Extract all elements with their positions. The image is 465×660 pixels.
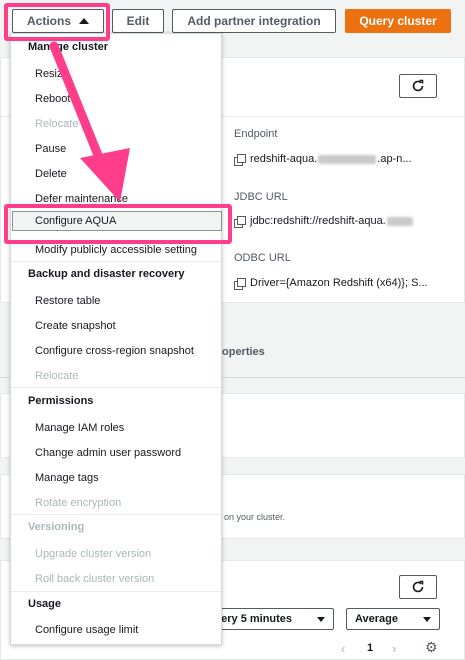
copy-icon[interactable] (234, 154, 246, 166)
menu-item-relocate-backup: Relocate (35, 370, 79, 382)
menu-item-restore-table[interactable]: Restore table (35, 295, 100, 307)
menu-group-permissions: Permissions (28, 395, 94, 407)
edit-button[interactable]: Edit (112, 9, 164, 33)
query-cluster-button[interactable]: Query cluster (345, 9, 451, 33)
odbc-url-text: Driver={Amazon Redshift (x64)}; S... (250, 277, 428, 289)
menu-item-upgrade-cluster-version: Upgrade cluster version (35, 548, 152, 560)
refresh-icon (412, 79, 424, 92)
monitoring-refresh-button[interactable] (399, 575, 437, 599)
menu-item-pause[interactable]: Pause (35, 143, 66, 155)
menu-group-manage-cluster: Manage cluster (28, 41, 109, 53)
menu-divider (11, 514, 221, 515)
statistic-select[interactable]: Average (346, 608, 440, 630)
menu-item-manage-tags[interactable]: Manage tags (35, 472, 99, 484)
cluster-info-text: on your cluster. (224, 512, 286, 522)
annotation-box-configure-aqua (4, 204, 232, 244)
pagination-page-number[interactable]: 1 (367, 642, 373, 654)
menu-item-manage-iam-roles[interactable]: Manage IAM roles (35, 422, 124, 434)
redacted-text (386, 216, 413, 226)
menu-divider (11, 387, 221, 388)
menu-item-delete[interactable]: Delete (35, 168, 67, 180)
interval-label: very 5 minutes (215, 613, 293, 625)
copy-icon[interactable] (234, 278, 246, 290)
caret-down-icon (317, 616, 325, 622)
menu-divider (11, 591, 221, 592)
add-partner-integration-button[interactable]: Add partner integration (172, 9, 336, 33)
odbc-url-label: ODBC URL (234, 252, 291, 264)
pagination-prev-icon[interactable]: ‹ (341, 641, 345, 656)
menu-item-change-admin-password[interactable]: Change admin user password (35, 447, 181, 459)
endpoint-suffix: .ap-n... (377, 153, 412, 165)
menu-group-usage: Usage (28, 598, 62, 610)
jdbc-url-text: jdbc:redshift://redshift-aqua. (250, 215, 386, 227)
menu-item-modify-public-access[interactable]: Modify publicly accessible setting (35, 244, 197, 256)
statistic-label: Average (355, 613, 399, 625)
jdbc-url-label: JDBC URL (234, 191, 288, 203)
odbc-url-value: Driver={Amazon Redshift (x64)}; S... (234, 277, 428, 290)
redacted-text (318, 154, 377, 164)
refresh-icon (412, 580, 424, 593)
menu-item-relocate: Relocate (35, 118, 79, 130)
pagination-next-icon[interactable]: › (392, 641, 396, 656)
annotation-box-actions (4, 3, 110, 41)
menu-divider (11, 261, 221, 262)
menu-item-cross-region-snapshot[interactable]: Configure cross-region snapshot (35, 345, 194, 357)
settings-gear-icon[interactable]: ⚙ (425, 639, 438, 656)
menu-item-rollback-cluster-version: Roll back cluster version (35, 573, 155, 585)
menu-item-rotate-encryption: Rotate encryption (35, 497, 122, 509)
copy-icon[interactable] (234, 216, 246, 228)
menu-item-resize[interactable]: Resize (35, 68, 69, 80)
tab-properties[interactable]: operties (222, 346, 265, 358)
caret-down-icon (423, 616, 431, 622)
endpoint-value: redshift-aqua. .ap-n... (234, 153, 412, 166)
endpoint-label: Endpoint (234, 128, 278, 140)
menu-item-reboot[interactable]: Reboot (35, 93, 70, 105)
actions-dropdown-menu: Manage cluster Resize Reboot Relocate Pa… (10, 33, 222, 645)
interval-select[interactable]: very 5 minutes (206, 608, 334, 630)
menu-item-create-snapshot[interactable]: Create snapshot (35, 320, 116, 332)
endpoint-text: redshift-aqua. (250, 153, 318, 165)
menu-item-configure-usage-limit[interactable]: Configure usage limit (35, 624, 138, 636)
refresh-button[interactable] (399, 74, 437, 98)
menu-group-backup: Backup and disaster recovery (28, 268, 185, 280)
jdbc-url-value: jdbc:redshift://redshift-aqua. (234, 215, 414, 228)
menu-group-versioning: Versioning (28, 521, 85, 533)
